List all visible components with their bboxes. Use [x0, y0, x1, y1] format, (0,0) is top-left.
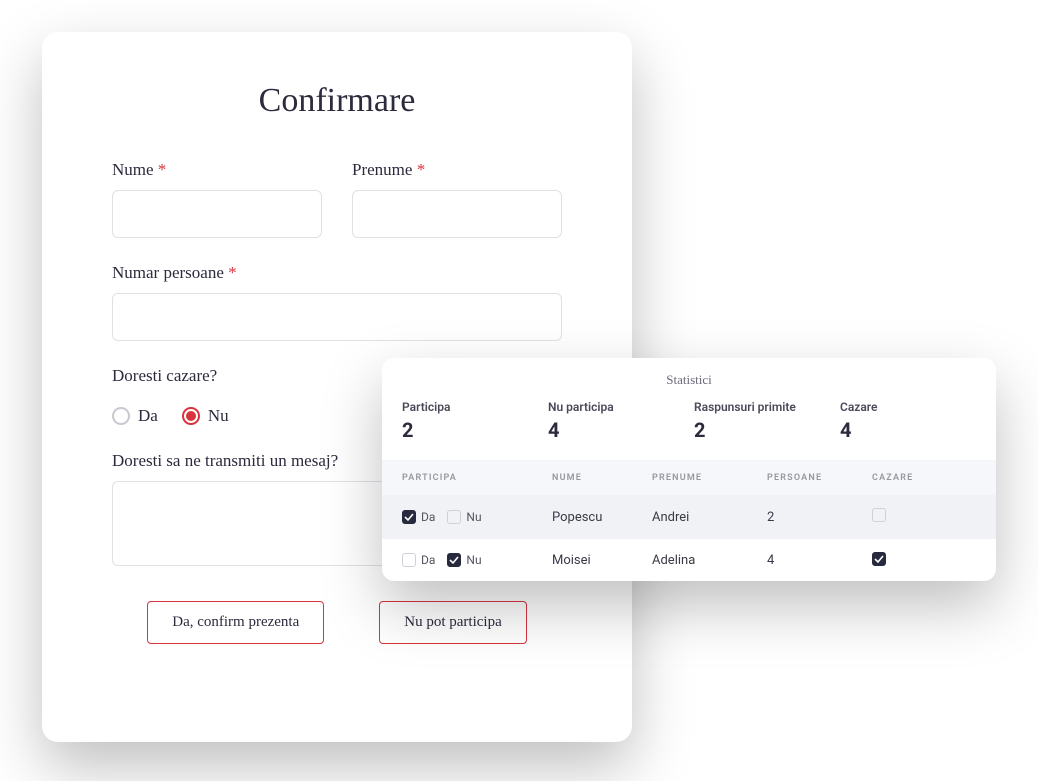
th-nume: NUME	[552, 473, 652, 483]
prenume-field: Prenume *	[352, 160, 562, 238]
checkbox-off-icon	[447, 510, 461, 524]
th-persoane: PERSOANE	[767, 473, 872, 483]
stat-value: 4	[548, 418, 684, 442]
cell-prenume: Andrei	[652, 510, 767, 525]
stat-nu-participa: Nu participa 4	[548, 400, 684, 442]
th-cazare: CAZARE	[872, 473, 976, 483]
cell-cazare[interactable]	[872, 552, 976, 568]
table-row: Da Nu Popescu Andrei 2	[382, 495, 996, 539]
th-participa: PARTICIPA	[402, 473, 552, 483]
form-title: Confirmare	[112, 82, 562, 120]
cell-persoane: 4	[767, 553, 872, 568]
cell-nume: Popescu	[552, 510, 652, 525]
numar-input[interactable]	[112, 293, 562, 341]
table-row: Da Nu Moisei Adelina 4	[382, 539, 996, 581]
confirm-button[interactable]: Da, confirm prezenta	[147, 601, 324, 644]
required-asterisk: *	[417, 160, 426, 179]
chk-da-group[interactable]: Da	[402, 553, 435, 567]
radio-nu-option[interactable]: Nu	[182, 406, 229, 426]
stat-raspunsuri: Raspunsuri primite 2	[694, 400, 830, 442]
nume-label-text: Nume	[112, 160, 154, 179]
chk-nu-group[interactable]: Nu	[447, 510, 481, 524]
stats-title: Statistici	[402, 372, 976, 388]
chk-nu-label: Nu	[466, 510, 481, 524]
numar-label: Numar persoane *	[112, 263, 562, 283]
cell-participa: Da Nu	[402, 510, 552, 524]
prenume-label-text: Prenume	[352, 160, 412, 179]
stat-value: 4	[840, 418, 976, 442]
cell-cazare[interactable]	[872, 508, 976, 526]
stats-header: Statistici Participa 2 Nu participa 4 Ra…	[382, 358, 996, 461]
cell-persoane: 2	[767, 510, 872, 525]
th-prenume: PRENUME	[652, 473, 767, 483]
radio-dot-icon	[186, 411, 196, 421]
cell-prenume: Adelina	[652, 553, 767, 568]
chk-da-label: Da	[421, 553, 435, 567]
checkbox-on-icon	[402, 510, 416, 524]
checkbox-on-icon	[447, 553, 461, 567]
stat-label: Cazare	[840, 400, 976, 414]
button-row: Da, confirm prezenta Nu pot participa	[112, 601, 562, 644]
checkbox-off-icon	[872, 508, 886, 522]
chk-da-label: Da	[421, 510, 435, 524]
checkbox-off-icon	[402, 553, 416, 567]
stat-participa: Participa 2	[402, 400, 538, 442]
radio-da-label: Da	[138, 406, 158, 426]
stat-label: Nu participa	[548, 400, 684, 414]
name-row: Nume * Prenume *	[112, 160, 562, 238]
stat-cazare: Cazare 4	[840, 400, 976, 442]
radio-nu-label: Nu	[208, 406, 229, 426]
nume-field: Nume *	[112, 160, 322, 238]
stat-value: 2	[402, 418, 538, 442]
radio-nu-circle	[182, 407, 200, 425]
radio-da-option[interactable]: Da	[112, 406, 158, 426]
radio-da-circle	[112, 407, 130, 425]
nume-input[interactable]	[112, 190, 322, 238]
table-header: PARTICIPA NUME PRENUME PERSOANE CAZARE	[382, 461, 996, 495]
prenume-input[interactable]	[352, 190, 562, 238]
checkbox-on-icon	[872, 552, 886, 566]
stat-value: 2	[694, 418, 830, 442]
numar-label-text: Numar persoane	[112, 263, 224, 282]
stat-label: Participa	[402, 400, 538, 414]
required-asterisk: *	[158, 160, 167, 179]
decline-button[interactable]: Nu pot participa	[379, 601, 526, 644]
nume-label: Nume *	[112, 160, 322, 180]
stat-label: Raspunsuri primite	[694, 400, 830, 414]
chk-nu-group[interactable]: Nu	[447, 553, 481, 567]
cell-participa: Da Nu	[402, 553, 552, 567]
prenume-label: Prenume *	[352, 160, 562, 180]
numar-field: Numar persoane *	[112, 263, 562, 341]
cell-nume: Moisei	[552, 553, 652, 568]
required-asterisk: *	[228, 263, 237, 282]
stats-grid: Participa 2 Nu participa 4 Raspunsuri pr…	[402, 400, 976, 442]
chk-da-group[interactable]: Da	[402, 510, 435, 524]
chk-nu-label: Nu	[466, 553, 481, 567]
statistics-card: Statistici Participa 2 Nu participa 4 Ra…	[382, 358, 996, 581]
